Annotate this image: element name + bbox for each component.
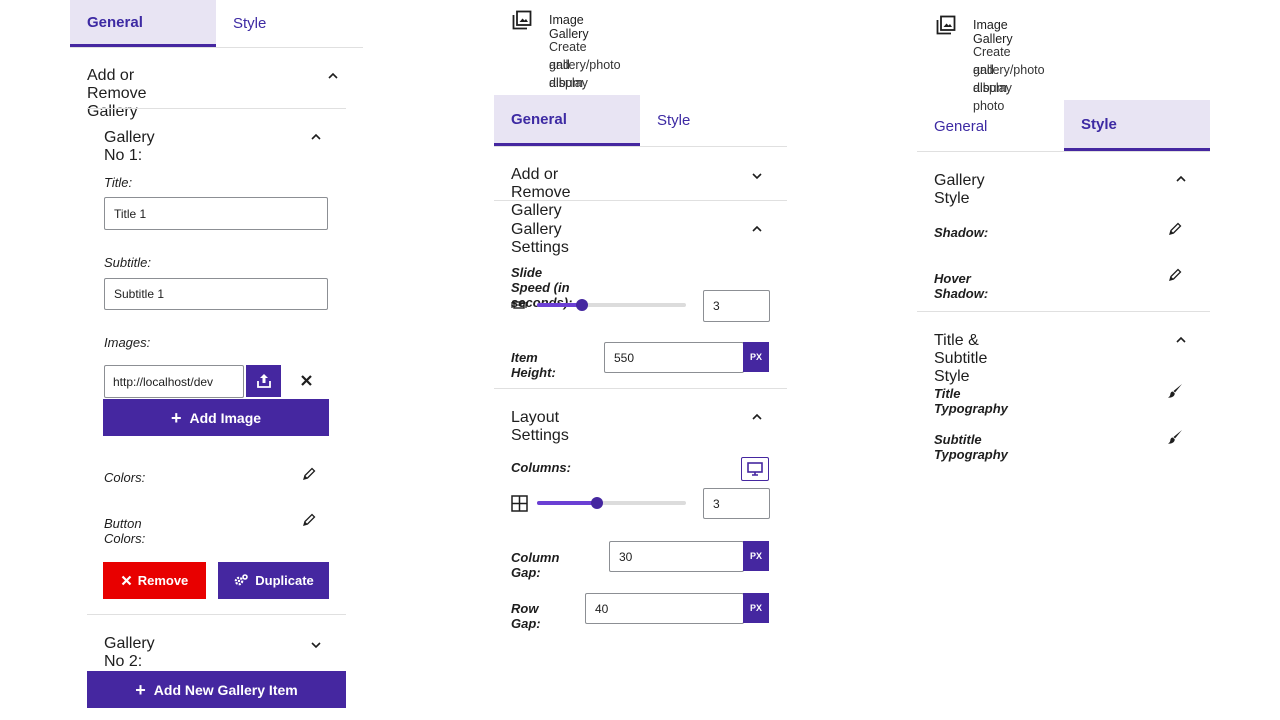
chevron-up-icon[interactable] — [750, 222, 764, 236]
chevron-up-icon[interactable] — [326, 69, 340, 83]
columns-slider[interactable] — [537, 496, 686, 510]
colors-label: Colors: — [104, 470, 146, 485]
chevron-up-icon[interactable] — [1174, 333, 1188, 347]
slide-speed-input[interactable]: 3 — [703, 290, 770, 322]
pencil-icon[interactable] — [302, 467, 316, 481]
tab-style[interactable]: Style — [1064, 100, 1210, 151]
images-label: Images: — [104, 335, 151, 350]
divider — [917, 311, 1210, 312]
tab-style[interactable]: Style — [216, 0, 363, 47]
unit-selector[interactable]: PX — [743, 541, 769, 571]
hover-shadow-label: Hover Shadow: — [934, 271, 989, 301]
upload-icon — [256, 374, 271, 388]
divider — [494, 388, 787, 389]
slider-thumb[interactable] — [576, 299, 588, 311]
duplicate-label: Duplicate — [255, 573, 314, 588]
unit-selector[interactable]: PX — [743, 342, 769, 372]
columns-input[interactable]: 3 — [703, 488, 770, 519]
widget-name: Image Gallery — [549, 13, 589, 41]
chevron-up-icon[interactable] — [309, 130, 323, 144]
tab-general[interactable]: General — [494, 95, 640, 146]
gallery-2-title[interactable]: Gallery No 2: — [104, 635, 155, 671]
widget-description-line-2: gallery/photo album — [549, 58, 621, 90]
image-gallery-icon — [512, 10, 532, 30]
item-height-label: Item Height: — [511, 350, 556, 380]
pencil-icon[interactable] — [1168, 222, 1182, 236]
chevron-up-icon[interactable] — [750, 410, 764, 424]
divider — [494, 200, 787, 201]
chevron-down-icon[interactable] — [750, 169, 764, 183]
divider — [494, 146, 787, 147]
remove-button[interactable]: Remove — [103, 562, 206, 599]
chevron-down-icon[interactable] — [309, 638, 323, 652]
gallery-1-title[interactable]: Gallery No 1: — [104, 129, 155, 165]
image-gallery-icon — [936, 15, 956, 35]
row-gap-input[interactable]: 40 — [585, 593, 744, 624]
title-input[interactable]: Title 1 — [104, 197, 328, 230]
section-title-title-subtitle-style[interactable]: Title & Subtitle Style — [934, 332, 987, 386]
columns-label: Columns: — [511, 460, 571, 475]
tab-style[interactable]: Style — [640, 97, 787, 144]
plus-icon: + — [170, 407, 182, 428]
add-new-item-label: Add New Gallery Item — [153, 681, 298, 698]
divider — [87, 108, 346, 109]
slider-thumb[interactable] — [591, 497, 603, 509]
close-icon — [121, 575, 131, 586]
paint-brush-icon[interactable] — [1167, 383, 1183, 399]
slider-fill — [537, 501, 597, 505]
divider — [87, 614, 346, 615]
divider — [917, 151, 1210, 152]
plus-icon: + — [135, 679, 146, 700]
unit-selector[interactable]: PX — [743, 593, 769, 623]
title-label: Title: — [104, 175, 133, 190]
responsive-device-button[interactable] — [741, 457, 769, 481]
column-gap-input[interactable]: 30 — [609, 541, 744, 572]
section-title-add-remove-gallery[interactable]: Add or Remove Gallery — [511, 166, 571, 220]
column-gap-label: Column Gap: — [511, 550, 560, 580]
widget-description-line-2: gallery/photo album — [973, 63, 1045, 95]
item-height-input[interactable]: 550 — [604, 342, 744, 373]
add-image-button[interactable]: + Add Image — [103, 399, 329, 436]
section-title-add-remove-gallery[interactable]: Add or Remove Gallery — [87, 67, 147, 121]
close-icon[interactable] — [300, 374, 313, 387]
subtitle-label: Subtitle: — [104, 255, 151, 270]
widget-name: Image Gallery — [973, 18, 1013, 46]
subtitle-input[interactable]: Subtitle 1 — [104, 278, 328, 310]
button-colors-label: Button Colors: — [104, 516, 146, 546]
row-gap-label: Row Gap: — [511, 601, 541, 631]
slider-icon — [511, 301, 527, 309]
paint-brush-icon[interactable] — [1167, 429, 1183, 445]
image-url-input[interactable]: http://localhost/dev — [104, 365, 244, 398]
chevron-up-icon[interactable] — [1174, 172, 1188, 186]
shadow-label: Shadow: — [934, 225, 989, 240]
grid-columns-icon — [511, 495, 528, 512]
divider — [70, 47, 363, 48]
section-title-gallery-style[interactable]: Gallery Style — [934, 172, 985, 208]
duplicate-button[interactable]: Duplicate — [218, 562, 329, 599]
tab-general[interactable]: General — [917, 103, 1064, 150]
add-new-gallery-item-button[interactable]: + Add New Gallery Item — [87, 671, 346, 708]
add-image-label: Add Image — [189, 409, 262, 426]
slide-speed-slider[interactable] — [537, 298, 686, 312]
subtitle-typography-label: Subtitle Typography — [934, 432, 1008, 462]
cogs-icon — [234, 574, 249, 586]
tab-general[interactable]: General — [70, 0, 216, 47]
desktop-icon — [747, 462, 763, 476]
upload-button[interactable] — [246, 365, 281, 397]
section-title-layout-settings[interactable]: Layout Settings — [511, 409, 569, 445]
pencil-icon[interactable] — [1168, 268, 1182, 282]
remove-label: Remove — [137, 573, 189, 588]
pencil-icon[interactable] — [302, 513, 316, 527]
section-title-gallery-settings[interactable]: Gallery Settings — [511, 221, 569, 257]
title-typography-label: Title Typography — [934, 386, 1008, 416]
